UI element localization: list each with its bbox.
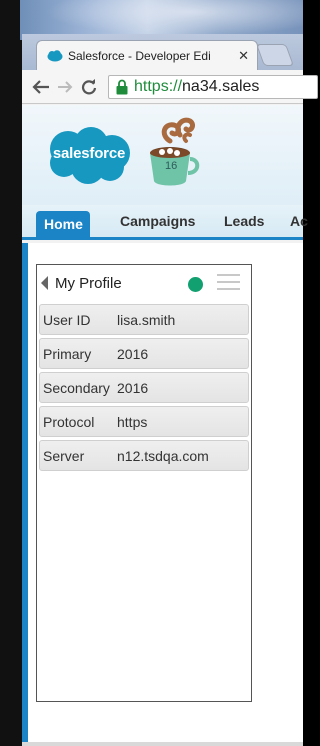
profile-widget-title: My Profile xyxy=(55,274,122,292)
profile-row: Server n12.tsdqa.com xyxy=(39,440,249,471)
profile-row-key: User ID xyxy=(43,311,91,328)
lock-icon xyxy=(116,79,128,95)
profile-row-value: https xyxy=(117,413,148,430)
salesforce-logo-text: salesforce xyxy=(52,145,126,162)
profile-row-key: Secondary xyxy=(43,379,110,396)
profile-row-key: Server xyxy=(43,447,85,464)
address-bar[interactable]: https://na34.sales xyxy=(108,75,318,99)
profile-widget: My Profile User ID lisa.smith Primary 20… xyxy=(36,264,252,702)
profile-row-value: 2016 xyxy=(117,379,149,396)
new-tab-button[interactable] xyxy=(255,44,295,66)
salesforce-logo[interactable]: salesforce xyxy=(44,125,134,185)
profile-row-key: Primary xyxy=(43,345,92,362)
profile-row-value: lisa.smith xyxy=(117,311,176,328)
tab-home[interactable]: Home xyxy=(36,211,90,237)
status-bar xyxy=(22,742,303,746)
app-nav-tabs: Home Campaigns Leads Ac xyxy=(22,205,308,240)
window-frame: Salesforce - Developer Edi ✕ https:// na… xyxy=(0,0,318,746)
collapse-caret-icon[interactable] xyxy=(41,276,48,290)
tab-leads[interactable]: Leads xyxy=(224,213,264,229)
forward-button[interactable] xyxy=(54,76,76,98)
forward-arrow-icon xyxy=(58,81,73,93)
tab-accounts[interactable]: Ac xyxy=(290,213,308,229)
status-indicator-icon xyxy=(188,277,203,292)
tab-campaigns[interactable]: Campaigns xyxy=(120,213,195,229)
back-button[interactable] xyxy=(30,76,52,98)
profile-row-value: n12.tsdqa.com xyxy=(117,447,209,464)
profile-row: User ID lisa.smith xyxy=(39,304,249,335)
hamburger-menu-icon[interactable] xyxy=(217,274,240,292)
tab-close-icon[interactable]: ✕ xyxy=(238,48,249,64)
profile-row: Protocol https xyxy=(39,406,249,437)
url-scheme: https:// xyxy=(134,78,183,95)
tab-strip: Salesforce - Developer Edi ✕ xyxy=(22,34,303,70)
profile-row-key: Protocol xyxy=(43,413,95,430)
browser-toolbar: https://na34.sales xyxy=(22,70,318,104)
salesforce-header: salesforce 16 xyxy=(22,105,303,205)
browser-tab[interactable]: Salesforce - Developer Edi ✕ xyxy=(36,40,258,70)
profile-row-value: 2016 xyxy=(117,345,149,362)
tab-title: Salesforce - Developer Edi xyxy=(68,48,211,63)
back-arrow-icon xyxy=(32,80,49,94)
mascot-badge-number: 16 xyxy=(165,160,178,172)
profile-row: Primary 2016 xyxy=(39,338,249,369)
salesforce-favicon-icon xyxy=(47,49,63,61)
url-host: na34.sales xyxy=(182,78,260,95)
reload-button[interactable] xyxy=(78,76,100,98)
profile-widget-header: My Profile xyxy=(37,265,251,301)
profile-row: Secondary 2016 xyxy=(39,372,249,403)
coffee-mug-mascot-icon xyxy=(150,117,200,186)
reload-icon xyxy=(81,79,97,95)
